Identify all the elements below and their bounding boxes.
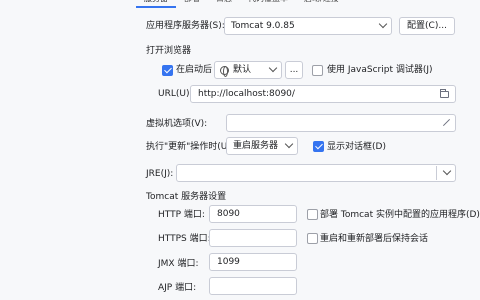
app-server-label: 应用程序服务器(S): — [146, 21, 225, 31]
update-action-label: 执行"更新"操作时(U): — [146, 142, 234, 152]
url-input[interactable]: http://localhost:8090/ — [190, 85, 456, 103]
ajp-port-input[interactable] — [209, 277, 297, 295]
js-debugger-checkbox[interactable] — [312, 65, 323, 76]
server-config-panel: 服务器 部署 日志 代码覆盖率 启动/连接 应用程序服务器(S): Tomcat… — [130, 0, 480, 300]
tab-server[interactable]: 服务器 — [136, 0, 176, 8]
folder-icon[interactable] — [440, 89, 449, 98]
show-dialog-label: 显示对话框(D) — [327, 142, 386, 152]
vm-options-input[interactable] — [226, 114, 456, 132]
ajp-port-label: AJP 端口: — [158, 283, 197, 293]
browser-options-button[interactable]: ... — [285, 61, 303, 79]
update-action-select[interactable]: 重启服务器 — [226, 137, 298, 155]
jre-divider — [436, 166, 437, 180]
app-server-select[interactable]: Tomcat 9.0.85 — [224, 17, 392, 35]
after-launch-checkbox[interactable] — [162, 65, 173, 76]
url-value: http://localhost:8090/ — [198, 89, 295, 99]
app-server-value: Tomcat 9.0.85 — [231, 21, 295, 31]
vm-options-label: 虚拟机选项(V): — [146, 119, 208, 129]
https-port-input[interactable] — [209, 229, 297, 247]
jmx-port-input[interactable]: 1099 — [209, 253, 297, 271]
tab-coverage[interactable]: 代码覆盖率 — [240, 0, 296, 8]
tab-deployment[interactable]: 部署 — [176, 0, 208, 8]
left-panel-background — [0, 0, 130, 300]
open-browser-section-title: 打开浏览器 — [146, 46, 192, 56]
tomcat-settings-section-title: Tomcat 服务器设置 — [146, 192, 227, 202]
configure-button[interactable]: 配置(C)... — [399, 17, 455, 35]
jre-label: JRE(J): — [146, 169, 174, 179]
js-debugger-label: 使用 JavaScript 调试器(J) — [327, 65, 433, 75]
jmx-port-label: JMX 端口: — [158, 259, 199, 269]
http-port-input[interactable]: 8090 — [209, 205, 297, 223]
after-launch-label: 在启动后 — [176, 65, 213, 75]
tab-startup[interactable]: 启动/连接 — [296, 0, 347, 8]
https-port-label: HTTPS 端口: — [158, 234, 211, 244]
chevron-down-icon — [268, 63, 278, 73]
chevron-down-icon[interactable] — [442, 166, 452, 176]
show-dialog-checkbox[interactable] — [313, 141, 324, 152]
tab-logs[interactable]: 日志 — [208, 0, 240, 8]
preserve-sessions-label: 重启和重新部署后保持会话 — [320, 234, 429, 244]
expand-icon[interactable] — [442, 119, 450, 127]
chevron-down-icon — [284, 139, 294, 149]
update-action-value: 重启服务器 — [233, 141, 279, 151]
url-label: URL(U): — [158, 89, 193, 99]
browser-select[interactable]: 默认 — [214, 61, 282, 79]
globe-icon — [220, 66, 229, 77]
jre-input[interactable] — [176, 164, 456, 182]
chevron-down-icon — [378, 19, 388, 29]
browser-select-value: 默认 — [233, 65, 252, 75]
tab-bar: 服务器 部署 日志 代码覆盖率 启动/连接 — [136, 0, 347, 8]
http-port-label: HTTP 端口: — [158, 210, 205, 220]
deploy-apps-checkbox[interactable] — [307, 209, 318, 220]
deploy-apps-label: 部署 Tomcat 实例中配置的应用程序(D) — [320, 210, 480, 220]
preserve-sessions-checkbox[interactable] — [307, 233, 318, 244]
